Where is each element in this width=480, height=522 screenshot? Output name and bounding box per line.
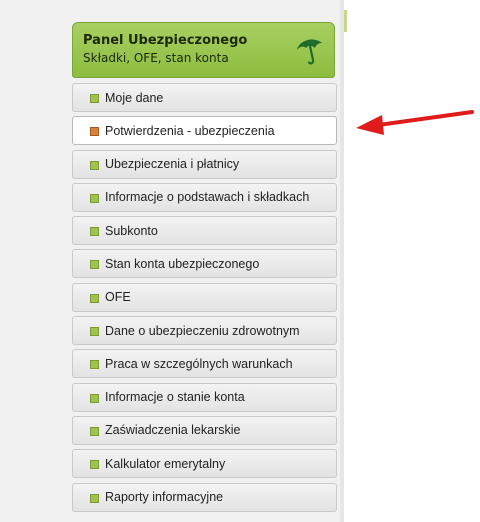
bullet-icon: [90, 426, 99, 436]
content-divider: [340, 0, 344, 522]
menu-item-label: Praca w szczególnych warunkach: [105, 356, 293, 371]
menu-item-ubezpieczenie-zdrowotne[interactable]: Dane o ubezpieczeniu zdrowotnym: [72, 316, 337, 346]
menu-item-label: Informacje o stanie konta: [105, 390, 245, 405]
bullet-icon: [90, 360, 99, 370]
menu-item-label: Kalkulator emerytalny: [105, 456, 226, 471]
menu-item-ofe[interactable]: OFE: [72, 282, 337, 312]
menu-item-label: Zaświadczenia lekarskie: [105, 423, 241, 438]
bullet-icon: [90, 393, 99, 403]
menu-item-label: Potwierdzenia - ubezpieczenia: [105, 123, 275, 138]
menu-item-praca-szczegolne-warunki[interactable]: Praca w szczególnych warunkach: [72, 349, 337, 379]
bullet-icon: [90, 94, 99, 103]
menu-item-label: Raporty informacyjne: [105, 490, 224, 505]
menu-item-podstawy-skladki[interactable]: Informacje o podstawach i składkach: [72, 182, 337, 212]
umbrella-icon: [297, 39, 322, 65]
content-accent: [344, 10, 347, 32]
menu-item-kalkulator-emerytalny[interactable]: Kalkulator emerytalny: [72, 449, 337, 479]
menu-item-label: Moje dane: [105, 90, 164, 105]
menu-item-moje-dane[interactable]: Moje dane: [72, 83, 337, 112]
menu-item-potwierdzenia[interactable]: Potwierdzenia - ubezpieczenia: [72, 116, 337, 146]
menu-item-label: Dane o ubezpieczeniu zdrowotnym: [105, 323, 300, 338]
bullet-icon: [90, 227, 99, 237]
menu-item-label: OFE: [105, 290, 131, 305]
bullet-icon: [90, 193, 99, 203]
bullet-icon: [90, 127, 99, 137]
sidebar-menu: Moje dane Potwierdzenia - ubezpieczenia …: [72, 83, 337, 516]
bullet-icon: [90, 493, 99, 503]
menu-item-label: Subkonto: [105, 223, 158, 238]
menu-item-zaswiadczenia-lekarskie[interactable]: Zaświadczenia lekarskie: [72, 415, 337, 445]
menu-item-label: Stan konta ubezpieczonego: [105, 256, 260, 271]
menu-item-ubezpieczenia-platnicy[interactable]: Ubezpieczenia i płatnicy: [72, 149, 337, 179]
menu-item-stan-konta-ubezpieczonego[interactable]: Stan konta ubezpieczonego: [72, 249, 337, 279]
bullet-icon: [90, 160, 99, 170]
menu-item-label: Informacje o podstawach i składkach: [105, 190, 310, 205]
bullet-icon: [90, 327, 99, 337]
menu-item-label: Ubezpieczenia i płatnicy: [105, 157, 240, 172]
bullet-icon: [90, 460, 99, 470]
bullet-icon: [90, 293, 99, 303]
bullet-icon: [90, 260, 99, 270]
red-arrow-icon: [356, 110, 474, 135]
menu-item-raporty-informacyjne[interactable]: Raporty informacyjne: [72, 482, 337, 512]
menu-item-subkonto[interactable]: Subkonto: [72, 216, 337, 246]
menu-item-stan-konta[interactable]: Informacje o stanie konta: [72, 382, 337, 412]
panel-header[interactable]: Panel Ubezpieczonego Składki, OFE, stan …: [72, 22, 335, 78]
